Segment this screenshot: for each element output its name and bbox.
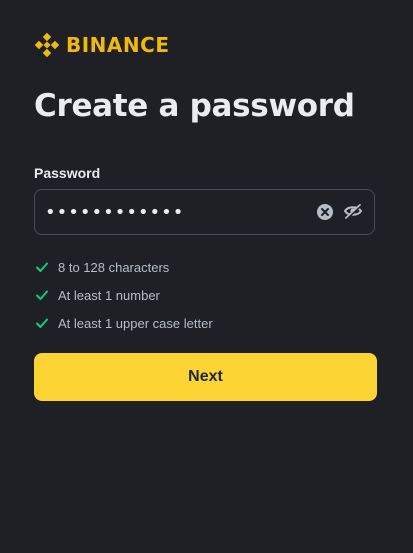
binance-logo[interactable]: BINANCE bbox=[34, 32, 169, 58]
eye-off-icon[interactable] bbox=[342, 201, 364, 223]
requirement-item: At least 1 number bbox=[34, 281, 213, 309]
check-icon bbox=[34, 315, 50, 331]
requirement-text: At least 1 number bbox=[58, 287, 160, 303]
binance-logo-icon bbox=[34, 32, 60, 58]
check-icon bbox=[34, 287, 50, 303]
requirement-item: At least 1 upper case letter bbox=[34, 309, 213, 337]
requirement-text: 8 to 128 characters bbox=[58, 259, 170, 275]
requirement-item: 8 to 128 characters bbox=[34, 253, 213, 281]
page-title: Create a password bbox=[34, 88, 355, 124]
password-field bbox=[34, 189, 375, 235]
password-input[interactable] bbox=[35, 190, 314, 234]
brand-name: BINANCE bbox=[66, 33, 170, 57]
requirement-text: At least 1 upper case letter bbox=[58, 315, 213, 331]
check-icon bbox=[34, 259, 50, 275]
password-label: Password bbox=[34, 165, 101, 181]
password-requirements: 8 to 128 characters At least 1 number At… bbox=[34, 253, 213, 337]
next-button[interactable]: Next bbox=[34, 353, 377, 401]
clear-circle-icon[interactable] bbox=[314, 201, 336, 223]
